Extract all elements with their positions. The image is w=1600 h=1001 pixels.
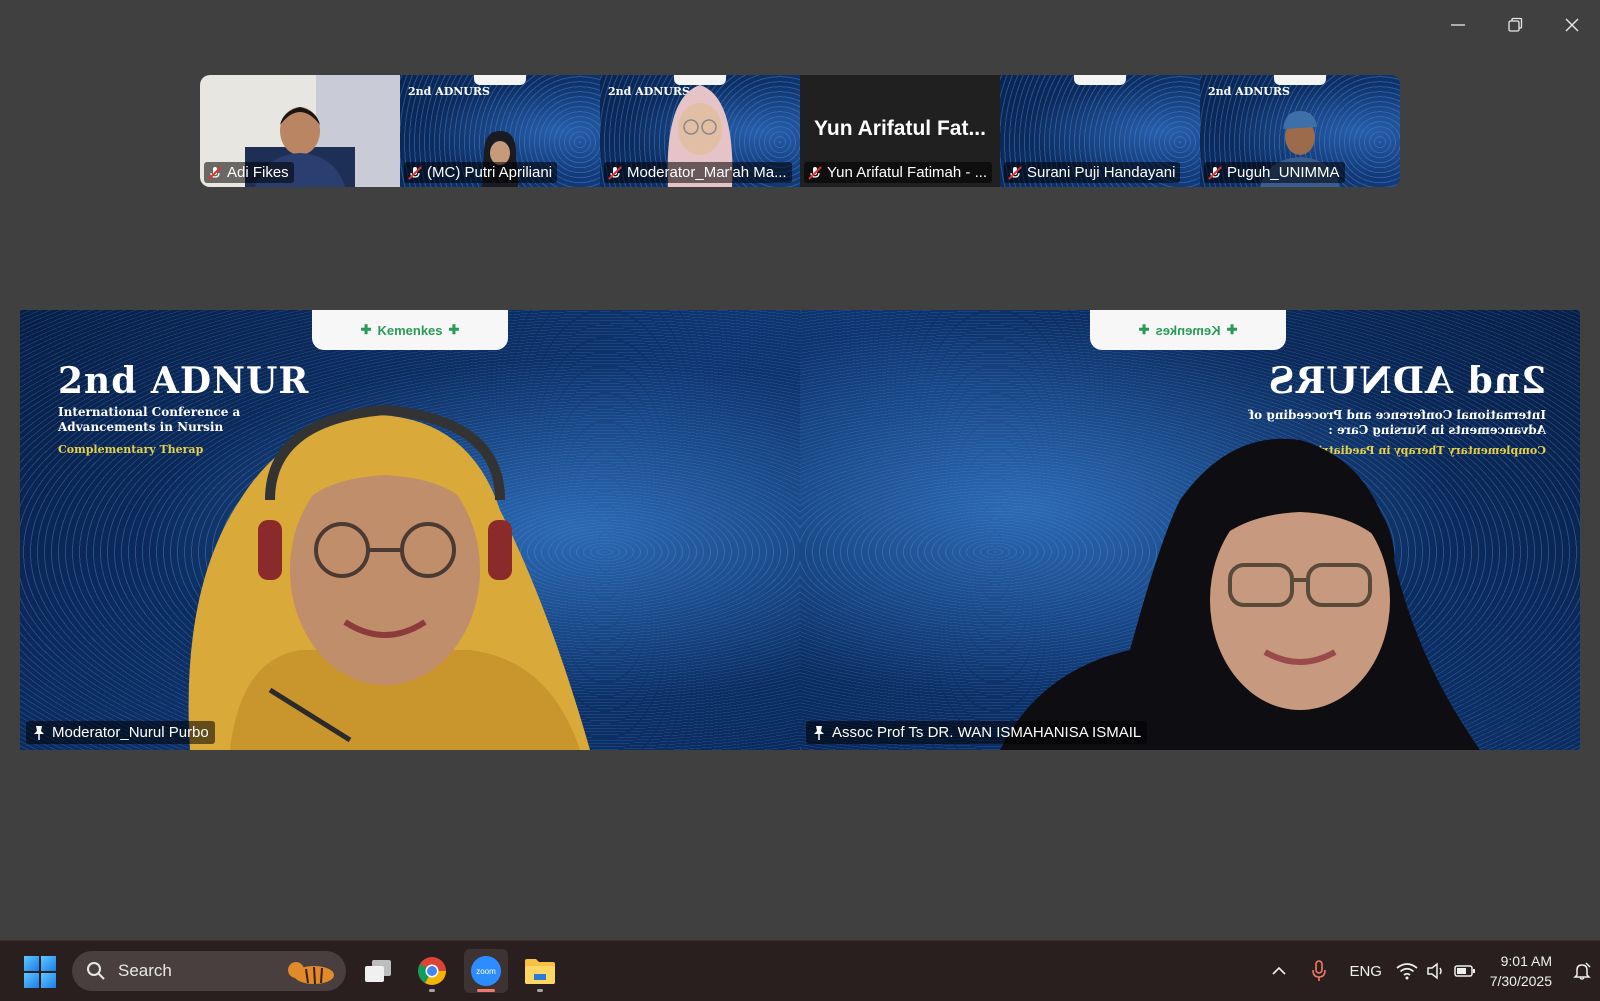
participant-nametag: Puguh_UNIMMA	[1204, 162, 1345, 183]
close-button[interactable]	[1543, 0, 1600, 50]
mic-muted-icon	[408, 165, 422, 180]
taskbar: zoom ENG 9:01 AM 7/30/2025	[0, 940, 1600, 1001]
mic-muted-icon	[608, 165, 622, 180]
participant-name: Moderator_Mar'ah Ma...	[627, 164, 787, 181]
zoom-label: zoom	[476, 967, 496, 976]
sponsor-logo-bar: ✚ Kemenkes ✚	[1090, 310, 1286, 350]
hospital-logo-icon: ✚	[448, 322, 460, 337]
active-speaker-tile[interactable]: ✚ Kemenkes ✚ 2nd ADNURS International Co…	[800, 310, 1580, 750]
mic-muted-icon	[1208, 165, 1222, 180]
participant-name: (MC) Putri Apriliani	[427, 164, 553, 181]
task-view-button[interactable]	[356, 949, 400, 993]
search-icon	[87, 962, 105, 980]
participant-thumbnail[interactable]: Adi Fikes	[200, 75, 400, 187]
kemenkes-logo-icon: ✚	[1226, 322, 1238, 337]
participant-thumbnail-strip: Adi Fikes 2nd ADNURS (MC) Putri Aprilian…	[200, 75, 1400, 187]
chrome-button[interactable]	[410, 949, 454, 993]
mic-muted-icon	[808, 165, 822, 180]
running-indicator	[477, 989, 495, 992]
battery-icon	[1453, 965, 1475, 977]
system-tray: ENG 9:01 AM 7/30/2025	[1260, 941, 1600, 1001]
language-indicator[interactable]: ENG	[1340, 941, 1392, 1001]
participant-name: Surani Puji Handayani	[1027, 164, 1176, 181]
task-view-icon	[365, 960, 391, 982]
quick-settings-button[interactable]	[1392, 941, 1480, 1001]
sponsor-logo-bar: ✚ Kemenkes ✚	[312, 310, 508, 350]
pin-icon	[814, 725, 824, 740]
restore-button[interactable]	[1486, 0, 1543, 50]
participant-name: Yun Arifatul Fatimah - ...	[827, 164, 988, 181]
participant-video	[1000, 438, 1480, 750]
file-explorer-button[interactable]	[518, 949, 562, 993]
running-indicator	[429, 989, 435, 992]
participant-nametag: Yun Arifatul Fatimah - ...	[804, 162, 993, 183]
participant-nametag: Moderator_Mar'ah Ma...	[604, 162, 792, 183]
zoom-button[interactable]: zoom	[464, 949, 508, 993]
participant-thumbnail[interactable]: Yun Arifatul Fat... Yun Arifatul Fatimah…	[800, 75, 1000, 187]
system-clock[interactable]: 9:01 AM 7/30/2025	[1490, 951, 1552, 991]
microphone-icon	[1311, 960, 1326, 981]
zoom-icon: zoom	[471, 956, 501, 986]
kemenkes-logo-icon: ✚	[360, 322, 372, 337]
mic-muted-icon	[1008, 165, 1022, 180]
slide-title: 2nd ADNURS	[1267, 360, 1546, 402]
sponsor-logo	[1274, 75, 1326, 85]
participant-nametag: (MC) Putri Apriliani	[404, 162, 558, 183]
search-input[interactable]	[116, 960, 270, 982]
pin-icon	[34, 725, 44, 740]
participant-nametag: Surani Puji Handayani	[1004, 162, 1181, 183]
participant-thumbnail[interactable]: 2nd ADNURS Moderator_Mar'ah Ma...	[600, 75, 800, 187]
sponsor-logo	[474, 75, 526, 85]
hospital-logo-icon: ✚	[1138, 322, 1150, 337]
participant-display-name: Yun Arifatul Fat...	[814, 117, 986, 140]
slide-title: 2nd ADNURS	[408, 85, 490, 98]
windows-logo-icon	[24, 956, 39, 971]
participant-thumbnail[interactable]: Surani Puji Handayani	[1000, 75, 1200, 187]
running-indicator	[537, 989, 543, 992]
restore-icon	[1507, 17, 1522, 32]
windows-logo-icon	[24, 973, 39, 988]
minimize-button[interactable]	[1429, 0, 1486, 50]
logo-text: Kemenkes	[377, 322, 443, 338]
microphone-in-use-button[interactable]	[1298, 941, 1340, 1001]
volume-icon	[1426, 962, 1442, 980]
windows-logo-icon	[41, 956, 56, 971]
show-hidden-icons-button[interactable]	[1260, 941, 1298, 1001]
tiger-icon	[288, 962, 334, 985]
taskbar-search[interactable]	[72, 951, 346, 991]
windows-logo-icon	[41, 973, 56, 988]
participant-video	[188, 404, 591, 750]
participant-nametag: Moderator_Nurul Purbo	[26, 721, 215, 744]
participant-thumbnail[interactable]: 2nd ADNURS (MC) Putri Apriliani	[400, 75, 600, 187]
start-button[interactable]	[24, 956, 56, 988]
chrome-icon	[418, 957, 446, 985]
clock-date: 7/30/2025	[1489, 973, 1552, 989]
participant-name: Moderator_Nurul Purbo	[52, 724, 209, 741]
participant-nametag: Assoc Prof Ts DR. WAN ISMAHANISA ISMAIL	[806, 721, 1148, 744]
minimize-icon	[1450, 24, 1465, 26]
sponsor-logo	[1074, 75, 1126, 85]
clock-time: 9:01 AM	[1500, 953, 1552, 969]
chevron-up-icon	[1272, 966, 1286, 975]
logo-text: Kemenkes	[1155, 322, 1221, 338]
participant-name: Adi Fikes	[227, 164, 289, 181]
folder-icon	[525, 959, 555, 984]
window-controls	[1429, 0, 1600, 50]
participant-name: Puguh_UNIMMA	[1227, 164, 1340, 181]
main-video-tile[interactable]: ✚ Kemenkes ✚ 2nd ADNUR International Con…	[20, 310, 800, 750]
participant-name: Assoc Prof Ts DR. WAN ISMAHANISA ISMAIL	[832, 724, 1142, 741]
participant-thumbnail[interactable]: 2nd ADNURS Puguh_UNIMMA	[1200, 75, 1400, 187]
wifi-icon	[1396, 963, 1418, 980]
notifications-button[interactable]	[1564, 941, 1600, 1001]
mic-muted-icon	[208, 165, 222, 180]
close-icon	[1565, 18, 1578, 32]
participant-nametag: Adi Fikes	[204, 162, 294, 183]
notification-bell-icon	[1573, 962, 1591, 980]
